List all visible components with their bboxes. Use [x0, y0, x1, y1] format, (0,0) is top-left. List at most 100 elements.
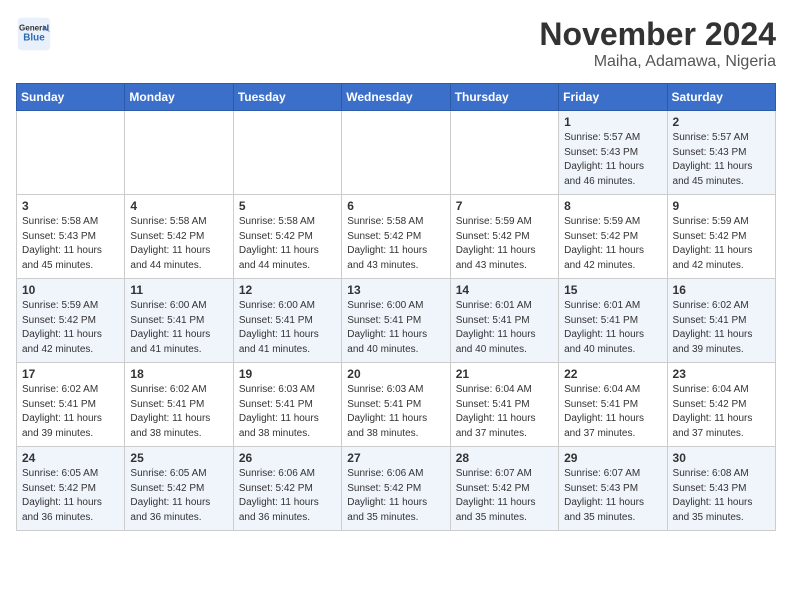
weekday-header: Saturday: [667, 84, 775, 111]
day-info: Sunrise: 5:59 AM Sunset: 5:42 PM Dayligh…: [22, 299, 119, 357]
day-number: 22: [564, 367, 661, 381]
calendar-week-row: 1Sunrise: 5:57 AM Sunset: 5:43 PM Daylig…: [17, 111, 776, 195]
day-number: 30: [673, 451, 770, 465]
day-number: 7: [456, 199, 553, 213]
day-info: Sunrise: 6:03 AM Sunset: 5:41 PM Dayligh…: [239, 383, 336, 441]
day-info: Sunrise: 6:02 AM Sunset: 5:41 PM Dayligh…: [130, 383, 227, 441]
calendar-cell: 29Sunrise: 6:07 AM Sunset: 5:43 PM Dayli…: [559, 447, 667, 531]
weekday-header: Tuesday: [233, 84, 341, 111]
day-info: Sunrise: 6:00 AM Sunset: 5:41 PM Dayligh…: [239, 299, 336, 357]
calendar-cell: 7 Sunrise: 5:59 AM Sunset: 5:42 PM Daylig…: [450, 195, 558, 279]
day-number: 13: [347, 283, 444, 297]
day-number: 15: [564, 283, 661, 297]
calendar-week-row: 3Sunrise: 5:58 AM Sunset: 5:43 PM Daylig…: [17, 195, 776, 279]
calendar-cell: 27 Sunrise: 6:06 AM Sunset: 5:42 PM Dayli…: [342, 447, 450, 531]
calendar-cell: 19 Sunrise: 6:03 AM Sunset: 5:41 PM Dayli…: [233, 363, 341, 447]
calendar-cell: 8Sunrise: 5:59 AM Sunset: 5:42 PM Daylig…: [559, 195, 667, 279]
calendar-cell: 13 Sunrise: 6:00 AM Sunset: 5:41 PM Dayli…: [342, 279, 450, 363]
month-title: November 2024: [539, 16, 776, 53]
calendar-cell: [17, 111, 125, 195]
calendar-cell: 25Sunrise: 6:05 AM Sunset: 5:42 PM Dayli…: [125, 447, 233, 531]
calendar-cell: 20Sunrise: 6:03 AM Sunset: 5:41 PM Dayli…: [342, 363, 450, 447]
calendar-cell: 5 Sunrise: 5:58 AM Sunset: 5:42 PM Daylig…: [233, 195, 341, 279]
day-info: Sunrise: 6:02 AM Sunset: 5:41 PM Dayligh…: [22, 383, 119, 441]
day-info: Sunrise: 6:04 AM Sunset: 5:41 PM Dayligh…: [564, 383, 661, 441]
title-block: November 2024 Maiha, Adamawa, Nigeria: [539, 16, 776, 71]
calendar-week-row: 10 Sunrise: 5:59 AM Sunset: 5:42 PM Dayli…: [17, 279, 776, 363]
calendar-header: SundayMondayTuesdayWednesdayThursdayFrid…: [17, 84, 776, 111]
page-header: General Blue November 2024 Maiha, Adamaw…: [16, 16, 776, 71]
logo-icon: General Blue: [16, 16, 52, 52]
day-info: Sunrise: 6:02 AM Sunset: 5:41 PM Dayligh…: [673, 299, 770, 357]
day-info: Sunrise: 5:58 AM Sunset: 5:42 PM Dayligh…: [130, 215, 227, 273]
calendar-body: 1Sunrise: 5:57 AM Sunset: 5:43 PM Daylig…: [17, 111, 776, 531]
day-number: 10: [22, 283, 119, 297]
calendar-cell: [450, 111, 558, 195]
day-number: 2: [673, 115, 770, 129]
calendar-cell: [233, 111, 341, 195]
day-info: Sunrise: 5:58 AM Sunset: 5:42 PM Dayligh…: [239, 215, 336, 273]
day-number: 19: [239, 367, 336, 381]
day-number: 17: [22, 367, 119, 381]
day-number: 26: [239, 451, 336, 465]
calendar-cell: 9 Sunrise: 5:59 AM Sunset: 5:42 PM Daylig…: [667, 195, 775, 279]
day-info: Sunrise: 6:06 AM Sunset: 5:42 PM Dayligh…: [239, 467, 336, 525]
day-number: 16: [673, 283, 770, 297]
day-info: Sunrise: 6:08 AM Sunset: 5:43 PM Dayligh…: [673, 467, 770, 525]
calendar-cell: 2 Sunrise: 5:57 AM Sunset: 5:43 PM Daylig…: [667, 111, 775, 195]
day-info: Sunrise: 6:04 AM Sunset: 5:42 PM Dayligh…: [673, 383, 770, 441]
day-number: 9: [673, 199, 770, 213]
day-number: 27: [347, 451, 444, 465]
svg-text:Blue: Blue: [23, 32, 45, 43]
calendar-cell: 28 Sunrise: 6:07 AM Sunset: 5:42 PM Dayli…: [450, 447, 558, 531]
calendar-cell: [125, 111, 233, 195]
calendar-cell: 18 Sunrise: 6:02 AM Sunset: 5:41 PM Dayli…: [125, 363, 233, 447]
day-info: Sunrise: 6:07 AM Sunset: 5:42 PM Dayligh…: [456, 467, 553, 525]
day-number: 29: [564, 451, 661, 465]
calendar-week-row: 24 Sunrise: 6:05 AM Sunset: 5:42 PM Dayli…: [17, 447, 776, 531]
day-info: Sunrise: 5:58 AM Sunset: 5:42 PM Dayligh…: [347, 215, 444, 273]
day-info: Sunrise: 6:06 AM Sunset: 5:42 PM Dayligh…: [347, 467, 444, 525]
weekday-header: Thursday: [450, 84, 558, 111]
calendar-cell: [342, 111, 450, 195]
day-info: Sunrise: 6:01 AM Sunset: 5:41 PM Dayligh…: [456, 299, 553, 357]
calendar-week-row: 17 Sunrise: 6:02 AM Sunset: 5:41 PM Dayli…: [17, 363, 776, 447]
calendar-cell: 26 Sunrise: 6:06 AM Sunset: 5:42 PM Dayli…: [233, 447, 341, 531]
calendar-cell: 17 Sunrise: 6:02 AM Sunset: 5:41 PM Dayli…: [17, 363, 125, 447]
weekday-header: Wednesday: [342, 84, 450, 111]
day-info: Sunrise: 5:57 AM Sunset: 5:43 PM Dayligh…: [673, 131, 770, 189]
calendar-cell: 1Sunrise: 5:57 AM Sunset: 5:43 PM Daylig…: [559, 111, 667, 195]
calendar-cell: 14 Sunrise: 6:01 AM Sunset: 5:41 PM Dayli…: [450, 279, 558, 363]
calendar-cell: 11Sunrise: 6:00 AM Sunset: 5:41 PM Dayli…: [125, 279, 233, 363]
day-info: Sunrise: 6:00 AM Sunset: 5:41 PM Dayligh…: [347, 299, 444, 357]
day-number: 23: [673, 367, 770, 381]
day-info: Sunrise: 5:57 AM Sunset: 5:43 PM Dayligh…: [564, 131, 661, 189]
weekday-header: Monday: [125, 84, 233, 111]
day-info: Sunrise: 6:01 AM Sunset: 5:41 PM Dayligh…: [564, 299, 661, 357]
day-number: 18: [130, 367, 227, 381]
day-info: Sunrise: 5:59 AM Sunset: 5:42 PM Dayligh…: [456, 215, 553, 273]
day-number: 28: [456, 451, 553, 465]
day-info: Sunrise: 6:03 AM Sunset: 5:41 PM Dayligh…: [347, 383, 444, 441]
day-info: Sunrise: 6:05 AM Sunset: 5:42 PM Dayligh…: [130, 467, 227, 525]
weekday-header: Friday: [559, 84, 667, 111]
calendar-cell: 30 Sunrise: 6:08 AM Sunset: 5:43 PM Dayli…: [667, 447, 775, 531]
calendar-cell: 10 Sunrise: 5:59 AM Sunset: 5:42 PM Dayli…: [17, 279, 125, 363]
calendar-cell: 4Sunrise: 5:58 AM Sunset: 5:42 PM Daylig…: [125, 195, 233, 279]
day-number: 24: [22, 451, 119, 465]
day-number: 6: [347, 199, 444, 213]
day-info: Sunrise: 6:05 AM Sunset: 5:42 PM Dayligh…: [22, 467, 119, 525]
calendar-cell: 24 Sunrise: 6:05 AM Sunset: 5:42 PM Dayli…: [17, 447, 125, 531]
day-number: 5: [239, 199, 336, 213]
day-info: Sunrise: 5:59 AM Sunset: 5:42 PM Dayligh…: [673, 215, 770, 273]
day-number: 8: [564, 199, 661, 213]
calendar-cell: 23 Sunrise: 6:04 AM Sunset: 5:42 PM Dayli…: [667, 363, 775, 447]
day-number: 12: [239, 283, 336, 297]
header-row: SundayMondayTuesdayWednesdayThursdayFrid…: [17, 84, 776, 111]
calendar-cell: 3Sunrise: 5:58 AM Sunset: 5:43 PM Daylig…: [17, 195, 125, 279]
calendar-cell: 12 Sunrise: 6:00 AM Sunset: 5:41 PM Dayli…: [233, 279, 341, 363]
calendar-cell: 22 Sunrise: 6:04 AM Sunset: 5:41 PM Dayli…: [559, 363, 667, 447]
day-number: 14: [456, 283, 553, 297]
calendar-table: SundayMondayTuesdayWednesdayThursdayFrid…: [16, 83, 776, 531]
location: Maiha, Adamawa, Nigeria: [539, 53, 776, 71]
